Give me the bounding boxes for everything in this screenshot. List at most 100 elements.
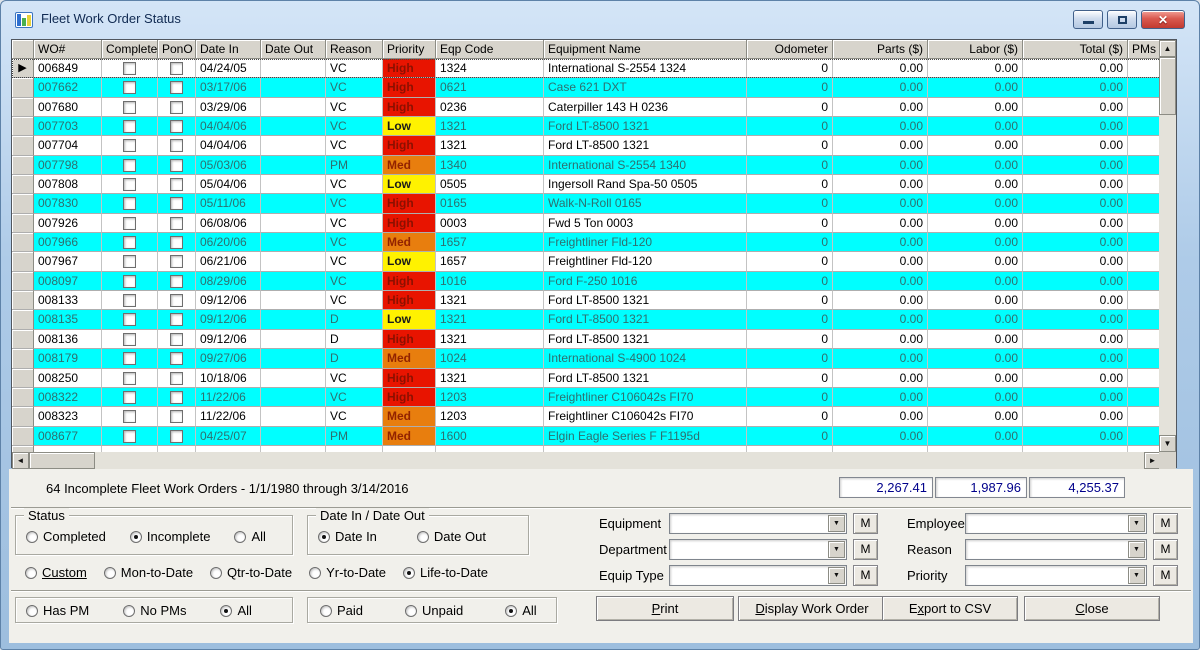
table-row[interactable]: 008250 10/18/06 VC High 1321 Ford LT-8500 132… [12,368,1161,388]
radio-all[interactable]: All [234,529,266,544]
column-header-eqp-code[interactable]: Eqp Code [436,40,544,59]
chevron-down-icon[interactable]: ▼ [1128,515,1145,532]
horizontal-scrollbar[interactable]: ◄ ► [12,452,1161,469]
pono-checkbox[interactable] [170,236,183,250]
pono-checkbox[interactable] [170,390,183,404]
table-row[interactable]: 008322 11/22/06 VC High 1203 Freightliner C10… [12,387,1161,408]
radio-custom[interactable]: Custom [25,565,87,580]
complete-checkbox[interactable] [123,255,136,269]
complete-checkbox[interactable] [123,429,136,443]
pono-checkbox[interactable] [170,255,183,269]
row-selector[interactable] [12,310,34,330]
row-selector[interactable] [12,407,34,427]
minimize-button[interactable] [1073,10,1103,29]
complete-checkbox[interactable] [123,139,136,153]
pono-checkbox[interactable] [170,139,183,153]
pono-checkbox[interactable] [170,332,183,346]
complete-checkbox[interactable] [123,158,136,172]
radio-qtr-to-date[interactable]: Qtr-to-Date [210,565,292,580]
row-selector[interactable] [12,368,34,388]
pono-checkbox[interactable] [170,81,183,95]
pono-checkbox[interactable] [170,294,183,308]
radio-incomplete[interactable]: Incomplete [129,529,210,544]
row-selector[interactable] [12,271,34,292]
complete-checkbox[interactable] [123,197,136,211]
pono-checkbox[interactable] [170,429,183,443]
row-selector[interactable] [12,97,34,118]
equipment-dropdown[interactable]: ▼ [669,513,847,534]
pono-checkbox[interactable] [170,120,183,134]
chevron-down-icon[interactable]: ▼ [828,515,845,532]
column-header-equipment-name[interactable]: Equipment Name [544,40,747,59]
export-to-csv-button[interactable]: Export to CSV [882,596,1018,621]
pono-checkbox[interactable] [170,178,183,192]
pono-checkbox[interactable] [170,410,183,424]
pono-checkbox[interactable] [170,197,183,211]
radio-completed[interactable]: Completed [26,529,106,544]
pono-checkbox[interactable] [170,352,183,366]
column-header-selector[interactable] [12,40,34,59]
department-m-button[interactable]: M [853,539,878,560]
pono-checkbox[interactable] [170,62,183,75]
scroll-left-icon[interactable]: ◄ [12,452,29,469]
column-header-reason[interactable]: Reason [326,40,383,59]
row-selector[interactable] [12,387,34,408]
pono-checkbox[interactable] [170,158,183,172]
table-row[interactable]: 007967 06/21/06 VC Low 1657 Freightliner Fld-… [12,252,1161,272]
radio-mon-to-date[interactable]: Mon-to-Date [103,565,193,580]
row-selector[interactable] [12,329,34,350]
display-work-order-button[interactable]: Display Work Order [738,596,886,621]
complete-checkbox[interactable] [123,390,136,404]
column-header-pono[interactable]: PonO [158,40,196,59]
pono-checkbox[interactable] [170,313,183,327]
row-selector[interactable] [12,252,34,272]
priority-m-button[interactable]: M [1153,565,1178,586]
complete-checkbox[interactable] [123,332,136,346]
chevron-down-icon[interactable]: ▼ [1128,567,1145,584]
complete-checkbox[interactable] [123,371,136,385]
table-row[interactable]: 008136 09/12/06 D High 1321 Ford LT-8500 1321… [12,329,1161,350]
column-header-labor[interactable]: Labor ($) [928,40,1023,59]
chevron-down-icon[interactable]: ▼ [828,541,845,558]
row-selector[interactable] [12,155,34,176]
department-dropdown[interactable]: ▼ [669,539,847,560]
equipment-m-button[interactable]: M [853,513,878,534]
table-row[interactable]: 007662 03/17/06 VC High 0621 Case 621 DXT 0 0.0… [12,78,1161,98]
row-selector[interactable] [12,349,34,369]
row-selector[interactable]: ▶ [12,59,34,79]
table-row[interactable]: 008179 09/27/06 D Med 1024 International S-49… [12,349,1161,369]
row-selector[interactable] [12,117,34,137]
employee-m-button[interactable]: M [1153,513,1178,534]
radio-date-in[interactable]: Date In [318,529,377,544]
maximize-button[interactable] [1107,10,1137,29]
pono-checkbox[interactable] [170,100,183,114]
equip-type-m-button[interactable]: M [853,565,878,586]
radio-yr-to-date[interactable]: Yr-to-Date [309,565,386,580]
complete-checkbox[interactable] [123,410,136,424]
print-button[interactable]: Print [596,596,734,621]
pono-checkbox[interactable] [170,371,183,385]
vertical-scroll-thumb[interactable] [1159,57,1176,115]
column-header-total[interactable]: Total ($) [1023,40,1128,59]
equip-type-dropdown[interactable]: ▼ [669,565,847,586]
column-header-priority[interactable]: Priority [383,40,436,59]
table-row[interactable]: 007703 04/04/06 VC Low 1321 Ford LT-8500 1321… [12,117,1161,137]
row-selector[interactable] [12,233,34,253]
complete-checkbox[interactable] [123,62,136,75]
priority-dropdown[interactable]: ▼ [965,565,1147,586]
pono-checkbox[interactable] [170,274,183,288]
complete-checkbox[interactable] [123,274,136,288]
reason-dropdown[interactable]: ▼ [965,539,1147,560]
column-header-pms[interactable]: PMs [1128,40,1161,59]
column-header-odometer[interactable]: Odometer [747,40,833,59]
row-selector[interactable] [12,194,34,214]
complete-checkbox[interactable] [123,352,136,366]
table-row[interactable]: 007966 06/20/06 VC Med 1657 Freightliner Fld-… [12,233,1161,253]
radio-life-to-date[interactable]: Life-to-Date [403,565,488,580]
table-row[interactable]: ▶ 006849 04/24/05 VC High 1324 International S… [12,59,1161,79]
pono-checkbox[interactable] [170,216,183,230]
complete-checkbox[interactable] [123,236,136,250]
complete-checkbox[interactable] [123,294,136,308]
complete-checkbox[interactable] [123,120,136,134]
table-row[interactable]: 007680 03/29/06 VC High 0236 Caterpiller 143 … [12,97,1161,118]
